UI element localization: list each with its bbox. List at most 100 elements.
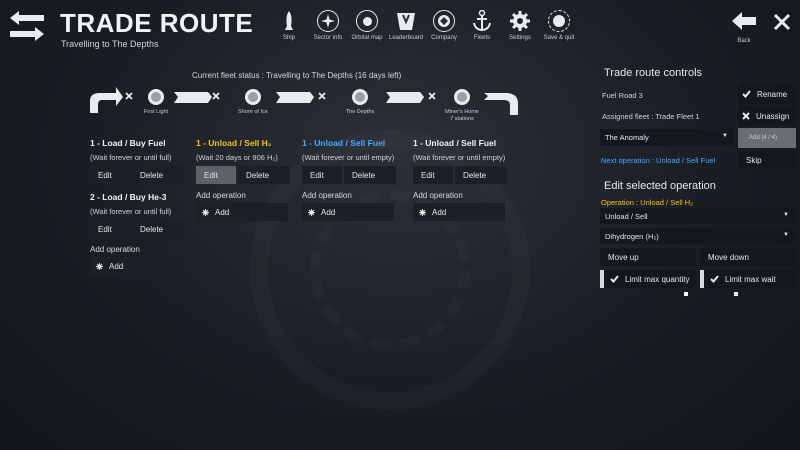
move-up-button[interactable]: Move up [600,248,696,266]
back-label: Back [737,38,751,44]
delete-button[interactable]: Delete [238,166,290,184]
slider-handle[interactable] [684,292,688,296]
operation-title: 1 - Unload / Sell Fuel [413,138,497,148]
add-operation-label: Add operation [196,191,246,200]
page-title: TRADE ROUTE [60,8,254,38]
nav-label: Ship [282,35,295,41]
station-column-the-depths: 1 - Unload / Sell Fuel (Wait forever or … [302,138,398,221]
swap-arrows-icon[interactable] [8,9,46,43]
operation-condition: (Wait forever or until full) [90,207,172,216]
nav-ship[interactable]: Ship [267,10,311,41]
nav-label: Settings [509,35,531,41]
orbital-map-icon [356,10,378,32]
check-icon [742,90,751,98]
delete-button[interactable]: Delete [455,166,507,184]
add-button-label: Add [321,207,336,217]
route-name: Fuel Road 3 [602,91,643,100]
edit-button[interactable]: Edit [196,166,236,184]
operation-condition: (Wait forever or until empty) [302,153,395,162]
assigned-fleet: Assigned fleet : Trade Fleet 1 [602,112,700,121]
add-operation-button[interactable]: Add [90,257,182,275]
limit-max-quantity-toggle[interactable]: Limit max quantity [600,270,696,288]
gear-icon [202,208,209,216]
operation-type-value: Unload / Sell [605,211,648,221]
rename-button[interactable]: Rename [738,84,796,104]
add-station-button[interactable]: Add (4 / 4) [738,128,796,148]
operation-title: 2 - Load / Buy He-3 [90,192,167,202]
skip-button[interactable]: Skip [738,151,796,169]
add-operation-button[interactable]: Add [413,203,505,221]
edit-button[interactable]: Edit [90,220,130,238]
add-operation-label: Add operation [302,191,352,200]
close-icon[interactable] [772,12,792,32]
limit-wait-label: Limit max wait [725,274,776,284]
next-operation: Next operation : Unload / Sell Fuel [601,156,716,165]
nav-save-quit[interactable]: Save & quit [537,10,581,41]
nav-label: Save & quit [543,35,575,41]
gear-icon [96,262,103,270]
chevron-down-icon: ▼ [783,232,789,238]
delete-button[interactable]: Delete [132,220,184,238]
back-button[interactable]: Back [728,12,760,44]
operation-type-select[interactable]: Unload / Sell ▼ [600,208,795,224]
delete-button[interactable]: Delete [132,166,184,184]
gear-icon [419,208,426,216]
leaderboard-icon [395,10,417,32]
add-button-label: Add [432,207,447,217]
selected-operation-label: Operation : Unload / Sell H₂ [601,198,694,207]
edit-button[interactable]: Edit [413,166,453,184]
gear-icon [308,208,315,216]
chevron-down-icon: ▼ [722,133,728,139]
edit-button[interactable]: Edit [302,166,342,184]
add-operation-label: Add operation [413,191,463,200]
station-column-miners-home: 1 - Unload / Sell Fuel (Wait forever or … [413,138,509,221]
station-column-shore-of-ice: 1 - Unload / Sell H₂ (Wait 20 days or 90… [196,138,292,221]
add-operation-button[interactable]: Add [196,203,288,221]
rename-label: Rename [757,89,788,99]
edit-button[interactable]: Edit [90,166,130,184]
station-label-first-light: First Light [143,109,169,115]
limit-max-wait-toggle[interactable]: Limit max wait [700,270,796,288]
nav-label: Sector info [313,35,343,41]
close-icon [742,112,750,120]
sector-info-icon [317,10,339,32]
back-arrow-icon [732,12,756,30]
fleet-status: Current fleet status : Travelling to The… [192,71,402,80]
add-operation-button[interactable]: Add [302,203,394,221]
resource-select[interactable]: Dihydrogen (H₂) ▼ [600,228,795,244]
company-icon [433,10,455,32]
add-operation-label: Add operation [90,245,140,254]
nav-label: Orbital map [351,35,383,41]
ship-icon [278,10,300,32]
station-label-miners-home: Miner's Home [445,109,479,115]
nav-orbital-map[interactable]: Orbital map [345,10,389,41]
add-button-label: Add [215,207,230,217]
chevron-down-icon: ▼ [783,212,789,218]
add-button-label: Add [109,261,124,271]
page-subtitle: Travelling to The Depths [61,39,159,49]
edit-operation-title: Edit selected operation [604,180,716,192]
nav-sector-info[interactable]: Sector info [306,10,350,41]
station-label-shore-of-ice: Shore of Ice [238,109,268,115]
operation-condition: (Wait forever or until full) [90,153,172,162]
trade-route-controls-title: Trade route controls [604,67,703,79]
limit-quantity-label: Limit max quantity [625,274,690,284]
station-select-value: The Anomaly [605,133,649,142]
top-bar: TRADE ROUTE Travelling to The Depths Shi… [0,0,800,56]
move-down-button[interactable]: Move down [700,248,796,266]
unassign-label: Unassign [756,111,790,121]
toggle-indicator [600,270,604,288]
unassign-button[interactable]: Unassign [738,106,796,126]
operation-title: 1 - Unload / Sell Fuel [302,138,386,148]
gear-icon [509,10,531,32]
station-select[interactable]: The Anomaly ▼ [600,129,734,146]
toggle-indicator [700,270,704,288]
operation-condition: (Wait 20 days or 906 H₂) [196,153,278,162]
nav-settings[interactable]: Settings [498,10,542,41]
check-icon [710,275,719,283]
operation-title: 1 - Unload / Sell H₂ [196,138,272,148]
delete-button[interactable]: Delete [344,166,396,184]
slider-handle[interactable] [734,292,738,296]
save-quit-icon [548,10,570,32]
operation-condition: (Wait forever or until empty) [413,153,506,162]
